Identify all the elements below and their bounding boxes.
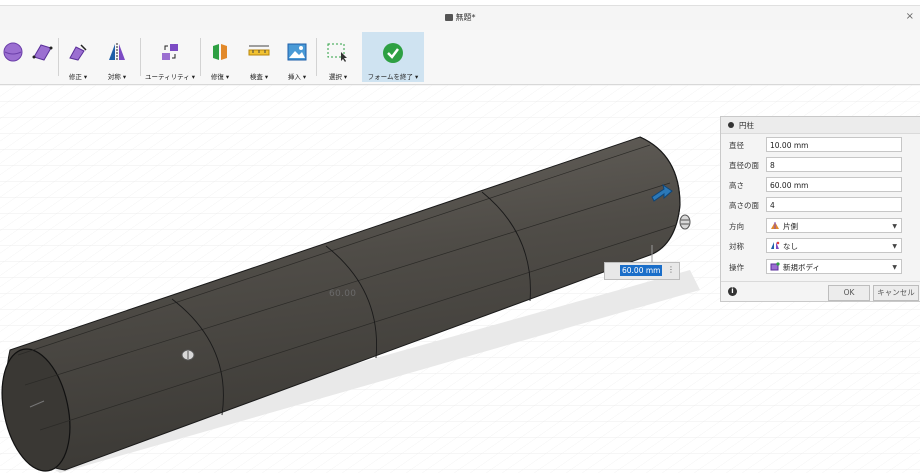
ok-button[interactable]: OK [828, 285, 870, 301]
plane-tool[interactable] [28, 32, 56, 82]
diameter-label: 直径 [729, 141, 744, 150]
cancel-button[interactable]: キャンセル [873, 285, 919, 301]
plane-icon [32, 44, 53, 61]
dimension-label: 60.00 [329, 289, 357, 299]
height-faces-input[interactable]: 4 [766, 197, 902, 212]
operation-label: 操作 [729, 263, 744, 272]
chevron-down-icon: ▼ [892, 264, 897, 271]
utility-label: ユーティリティ ▾ [144, 73, 196, 81]
finish-form-label: フォームを終了 ▾ [367, 73, 419, 81]
one-side-icon [771, 222, 779, 229]
direction-row: 方向 片側 ▼ [721, 216, 920, 236]
modify-icon [69, 44, 87, 61]
height-faces-row: 高さの面 4 [721, 195, 920, 215]
repair-icon [213, 44, 227, 60]
direction-select[interactable]: 片側 ▼ [766, 218, 902, 233]
toolbar-separator [58, 38, 59, 76]
select-label: 選択 ▾ [328, 73, 348, 81]
symmetry-icon [109, 43, 125, 61]
direction-label: 方向 [729, 222, 744, 231]
height-faces-label: 高さの面 [729, 201, 759, 210]
diameter-faces-input[interactable]: 8 [766, 157, 902, 172]
dimension-input[interactable]: 60.00 mm ⋮ [604, 262, 680, 280]
image-icon [287, 43, 307, 61]
height-handle-icon[interactable] [679, 214, 691, 230]
symmetry-label: 対称 [729, 242, 744, 251]
inspect-tool[interactable]: 検査 ▾ [242, 32, 276, 82]
dialog-footer: i OK キャンセル [721, 281, 920, 302]
dialog-title: 円柱 [739, 121, 754, 130]
chevron-down-icon: ▼ [892, 223, 897, 230]
repair-tool[interactable]: 修復 ▾ [204, 32, 236, 82]
operation-value: 新規ボディ [783, 263, 820, 272]
new-body-icon [770, 262, 780, 271]
toolbar-separator [140, 38, 141, 76]
more-options-icon[interactable]: ⋮ [667, 265, 675, 274]
modify-label: 修正 ▾ [68, 73, 88, 81]
diameter-faces-label: 直径の面 [729, 161, 759, 170]
dimension-input-value[interactable]: 60.00 mm [620, 265, 663, 276]
dialog-header: 円柱 [721, 117, 920, 134]
toolbar: 修正 ▾ 対称 ▾ ユーティリティ ▾ 修復 ▾ 検査 ▾ 挿入 ▾ 選択 ▾ … [0, 30, 920, 85]
window-title-text: 無題* [455, 13, 476, 22]
height-input[interactable]: 60.00 mm [766, 177, 902, 192]
info-icon[interactable]: i [728, 287, 737, 296]
close-icon[interactable]: × [906, 11, 914, 22]
diameter-faces-row: 直径の面 8 [721, 155, 920, 175]
sphere-icon [3, 42, 23, 62]
symmetry-value: なし [783, 242, 798, 251]
height-row: 高さ 60.00 mm [721, 175, 920, 195]
title-bar: 無題* × [0, 5, 920, 30]
utility-tool[interactable]: ユーティリティ ▾ [144, 32, 196, 82]
repair-label: 修復 ▾ [210, 73, 230, 81]
modify-tool[interactable]: 修正 ▾ [62, 32, 94, 82]
toolbar-separator [316, 38, 317, 76]
height-label: 高さ [729, 181, 744, 190]
chevron-down-icon: ▼ [892, 243, 897, 250]
finish-form-button[interactable]: フォームを終了 ▾ [362, 32, 424, 82]
checkmark-icon [383, 43, 403, 63]
collapse-icon[interactable] [728, 122, 734, 128]
document-icon [444, 14, 453, 21]
window-title: 無題* [0, 12, 920, 23]
sphere-tool[interactable] [0, 32, 26, 82]
symmetry-tool[interactable]: 対称 ▾ [100, 32, 134, 82]
operation-row: 操作 新規ボディ ▼ [721, 257, 920, 277]
symmetry-select[interactable]: なし ▼ [766, 238, 902, 253]
utility-icon [162, 44, 178, 60]
operation-select[interactable]: 新規ボディ ▼ [766, 259, 902, 274]
select-tool[interactable]: 選択 ▾ [320, 32, 356, 82]
inspect-label: 検査 ▾ [249, 73, 269, 81]
direction-value: 片側 [783, 222, 798, 231]
cylinder-dialog: 円柱 直径 10.00 mm 直径の面 8 高さ 60.00 mm 高さの面 4… [720, 116, 920, 302]
measure-icon [248, 45, 270, 56]
diameter-row: 直径 10.00 mm [721, 135, 920, 155]
diameter-input[interactable]: 10.00 mm [766, 137, 902, 152]
symmetry-manipulator-icon[interactable] [181, 349, 195, 361]
toolbar-separator [200, 38, 201, 76]
select-box-icon [327, 43, 347, 62]
insert-tool[interactable]: 挿入 ▾ [282, 32, 312, 82]
symmetry-row: 対称 なし ▼ [721, 236, 920, 256]
insert-label: 挿入 ▾ [287, 73, 307, 81]
symmetry-label: 対称 ▾ [107, 73, 127, 81]
symmetry-none-icon [771, 241, 780, 249]
